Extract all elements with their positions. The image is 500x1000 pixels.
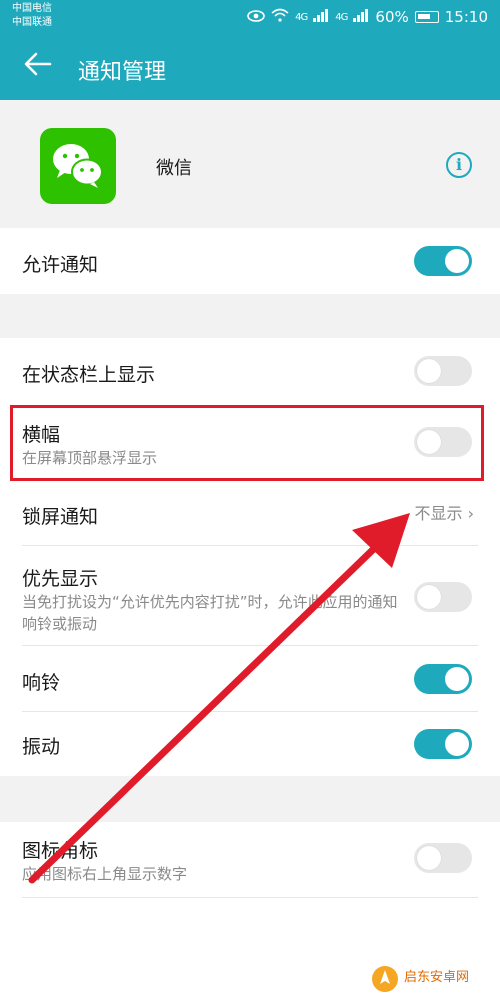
status-bar-display-label: 在状态栏上显示 <box>22 364 156 386</box>
status-bar-display-toggle[interactable] <box>414 356 472 386</box>
arrow-left-icon <box>24 52 52 76</box>
signal-icon-2 <box>353 8 369 26</box>
signal-label: 4G <box>295 11 308 23</box>
eye-icon <box>247 8 265 26</box>
ring-label: 响铃 <box>22 672 61 694</box>
lock-screen-row[interactable]: 锁屏通知 不显示 › <box>0 482 500 546</box>
toggle-knob <box>417 846 441 870</box>
info-icon[interactable]: i <box>446 152 472 178</box>
toggle-knob <box>417 359 441 383</box>
priority-subtitle: 当免打扰设为“允许优先内容打扰”时，允许此应用的通知响铃或振动 <box>22 593 398 633</box>
toggle-knob <box>445 667 469 691</box>
signal-icon <box>313 8 329 26</box>
status-icons: 4G 4G 60% 15:10 <box>247 8 488 26</box>
vibrate-toggle[interactable] <box>414 729 472 759</box>
toggle-knob <box>445 732 469 756</box>
status-bar: 中国电信 中国联通 4G 4G 60% 15:10 <box>0 0 500 36</box>
ring-row[interactable]: 响铃 <box>0 646 500 712</box>
ring-toggle[interactable] <box>414 664 472 694</box>
clock: 15:10 <box>444 8 488 26</box>
signal-label-2: 4G <box>335 11 348 23</box>
annotation-highlight-box <box>10 405 484 481</box>
watermark-text: 启东安卓网 <box>404 970 470 985</box>
badge-toggle[interactable] <box>414 843 472 873</box>
wechat-icon <box>40 128 116 204</box>
lock-screen-value: 不显示 › <box>414 500 474 524</box>
carrier-info: 中国电信 中国联通 <box>12 2 52 30</box>
status-bar-display-row[interactable]: 在状态栏上显示 <box>0 338 500 406</box>
priority-label: 优先显示 <box>22 568 99 590</box>
toggle-knob <box>417 585 441 609</box>
app-bar: 通知管理 <box>0 36 500 100</box>
allow-notifications-label: 允许通知 <box>22 254 99 276</box>
battery-icon <box>414 11 439 23</box>
allow-notifications-toggle[interactable] <box>414 246 472 276</box>
app-name: 微信 <box>156 158 192 179</box>
chevron-right-icon: › <box>467 504 474 523</box>
watermark-logo-icon <box>372 966 398 992</box>
wifi-icon <box>271 8 289 26</box>
vibrate-row[interactable]: 振动 <box>0 712 500 776</box>
lock-screen-value-text: 不显示 <box>414 504 463 523</box>
priority-toggle[interactable] <box>414 582 472 612</box>
carrier-2: 中国联通 <box>12 17 52 28</box>
vibrate-label: 振动 <box>22 736 61 758</box>
app-header: 微信 i <box>0 100 500 228</box>
section-gap <box>0 294 500 338</box>
section-gap <box>0 776 500 822</box>
carrier-1: 中国电信 <box>12 3 52 14</box>
lock-screen-label: 锁屏通知 <box>22 506 99 528</box>
badge-subtitle: 应用图标右上角显示数字 <box>22 865 188 883</box>
toggle-knob <box>445 249 469 273</box>
allow-notifications-row[interactable]: 允许通知 <box>0 228 500 294</box>
page-title: 通知管理 <box>78 60 167 85</box>
badge-label: 图标角标 <box>22 840 99 862</box>
badge-row[interactable]: 图标角标 应用图标右上角显示数字 <box>0 822 500 898</box>
divider <box>22 897 478 898</box>
priority-row[interactable]: 优先显示 当免打扰设为“允许优先内容打扰”时，允许此应用的通知响铃或振动 <box>0 546 500 646</box>
back-button[interactable] <box>22 48 54 80</box>
battery-percent: 60% <box>375 8 409 26</box>
